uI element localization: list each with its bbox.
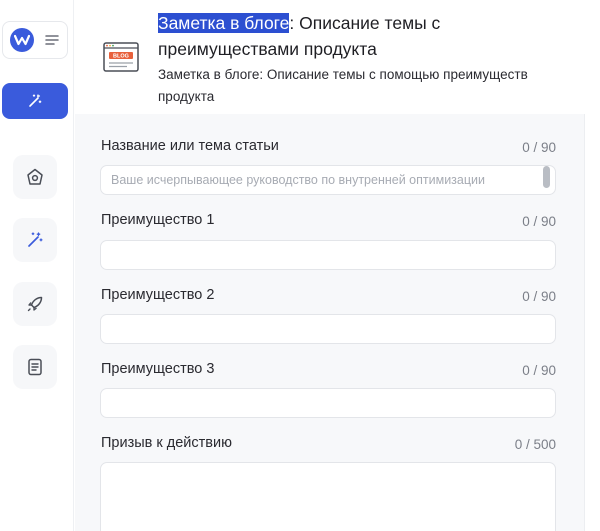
input-form: Название или тема статьи 0 / 90 Преимуще… [75,114,584,531]
blog-icon-label: BLOG [113,54,129,60]
page-scrollbar-track[interactable] [584,114,600,531]
sidebar [0,0,74,531]
page-title: Заметка в блоге: Описание темы с преимущ… [158,10,558,62]
sidebar-item-magic[interactable] [13,218,57,262]
field-label-benefit-2: Преимущество 2 [101,287,215,303]
template-header: BLOG Заметка в блоге: Описание темы с пр… [75,0,600,114]
primary-magic-button[interactable] [2,83,68,119]
magic-wand-icon [28,232,43,247]
sidebar-item-documents[interactable] [13,345,57,389]
field-label-benefit-1: Преимущество 1 [101,212,215,228]
topic-input[interactable] [100,165,556,195]
benefit-1-input[interactable] [100,240,556,270]
document-icon [28,358,42,376]
title-highlight: Заметка в блоге [158,13,290,33]
rocket-icon [27,296,43,312]
field-counter-benefit-1: 0 / 90 [522,214,556,229]
field-counter-benefit-2: 0 / 90 [522,289,556,304]
field-label-topic: Название или тема статьи [101,138,279,154]
field-label-cta: Призыв к действию [101,435,232,451]
menu-icon [45,35,59,45]
logo-menu-button[interactable] [2,21,68,59]
w-logo-icon [10,28,34,52]
home-icon [27,168,43,185]
benefit-3-input[interactable] [100,388,556,418]
call-to-action-textarea[interactable] [100,462,556,531]
field-label-benefit-3: Преимущество 3 [101,361,215,377]
benefit-2-input[interactable] [100,314,556,344]
magic-wand-icon [29,94,42,107]
blog-document-icon: BLOG [103,42,139,72]
field-counter-cta: 0 / 500 [514,437,556,452]
field-counter-benefit-3: 0 / 90 [522,363,556,378]
input-scrollbar[interactable] [543,166,550,188]
page-subtitle: Заметка в блоге: Описание темы с помощью… [158,67,528,104]
field-counter-topic: 0 / 90 [522,140,556,155]
sidebar-item-rocket[interactable] [13,282,57,326]
sidebar-item-home[interactable] [13,155,57,199]
